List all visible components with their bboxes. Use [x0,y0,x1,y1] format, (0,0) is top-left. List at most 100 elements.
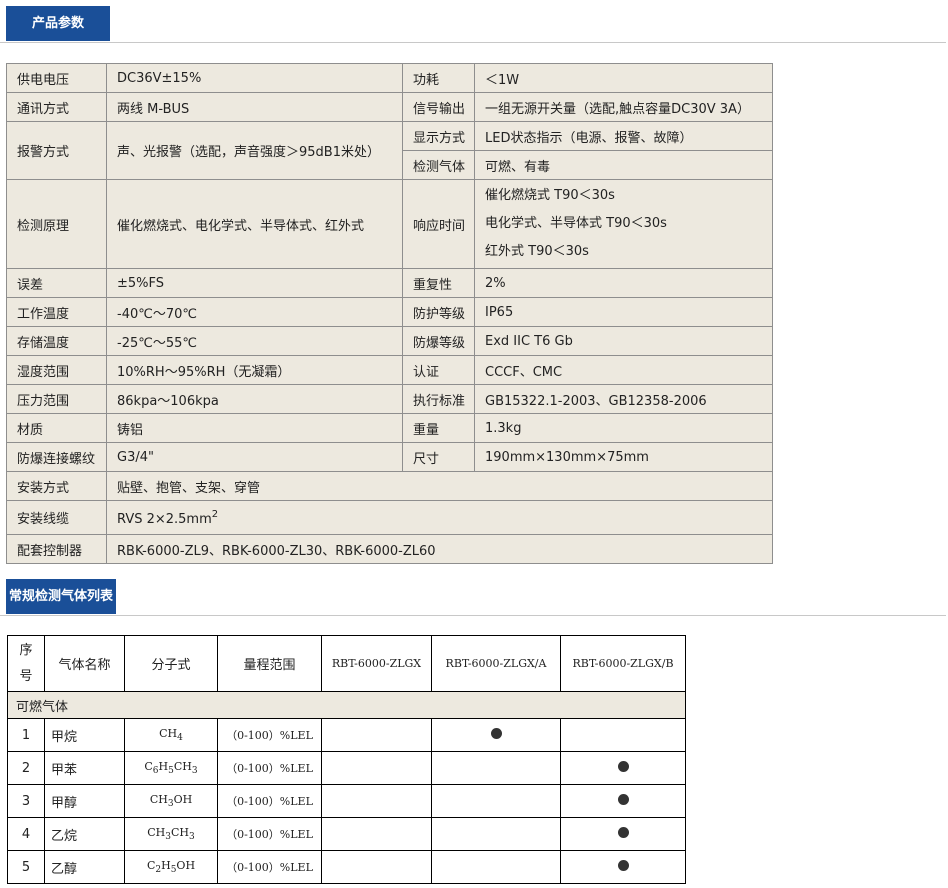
gas-no: 5 [7,850,45,884]
spec-value: RVS 2×2.5mm2 [106,500,773,535]
spec-value: 两线 M-BUS [106,92,403,122]
gas-list-section-header: 常规检测气体列表 [0,573,946,616]
spec-label: 功耗 [402,63,475,93]
spec-value: -40℃～70℃ [106,297,403,327]
spec-value: -25℃～55℃ [106,326,403,356]
gas-model-1-cell [321,850,432,884]
spec-label: 防护等级 [402,297,475,327]
supported-dot-icon [490,727,502,739]
spec-label: 防爆连接螺纹 [6,442,107,472]
spec-row: 防爆连接螺纹 G3/4" 尺寸 190mm×130mm×75mm [6,442,773,472]
spec-label: 防爆等级 [402,326,475,356]
gas-model-1-cell [321,751,432,785]
gas-table: 序 号 气体名称 分子式 量程范围 RBT-6000-ZLGX RBT-6000… [7,635,686,884]
gas-name: 甲醇 [44,784,125,818]
spec-value: CCCF、CMC [474,355,773,385]
gas-row: 1 甲烷 CH4 （0-100）%LEL [7,718,686,752]
spec-label: 工作温度 [6,297,107,327]
gas-model-3-cell [560,784,686,818]
spec-row: 误差 ±5%FS 重复性 2% [6,268,773,298]
spec-label: 重复性 [402,268,475,298]
gas-formula: CH3CH3 [124,817,218,851]
spec-value: 催化燃烧式、电化学式、半导体式、红外式 [106,179,403,269]
gas-no: 1 [7,718,45,752]
category-row: 可燃气体 [7,691,686,719]
spec-label: 材质 [6,413,107,443]
gas-name: 乙醇 [44,850,125,884]
spec-row: 存储温度 -25℃～55℃ 防爆等级 Exd IIC T6 Gb [6,326,773,356]
header-name: 气体名称 [44,635,125,692]
spec-row: 安装方式 贴壁、抱管、支架、穿管 [6,471,773,501]
gas-model-1-cell [321,817,432,851]
spec-table: 供电电压 DC36V±15% 功耗 ＜1W 通讯方式 两线 M-BUS 信号输出… [6,63,773,564]
spec-value: ±5%FS [106,268,403,298]
spec-value: ＜1W [474,63,773,93]
gas-no: 2 [7,751,45,785]
gas-model-1-cell [321,718,432,752]
spec-label: 安装线缆 [6,500,107,535]
gas-name: 甲烷 [44,718,125,752]
spec-value: 86kpa～106kpa [106,384,403,414]
gas-row: 5 乙醇 C2H5OH （0-100）%LEL [7,850,686,884]
spec-value: 贴壁、抱管、支架、穿管 [106,471,773,501]
gas-formula: C2H5OH [124,850,218,884]
spec-label: 重量 [402,413,475,443]
spec-value: IP65 [474,297,773,327]
spec-row: 供电电压 DC36V±15% 功耗 ＜1W [6,63,773,93]
gas-model-3-cell [560,718,686,752]
spec-label: 配套控制器 [6,534,107,564]
header-no-line: 序 [19,642,33,658]
spec-row: 报警方式 声、光报警（选配，声音强度＞95dB1米处） 显示方式 LED状态指示… [6,121,773,180]
header-range: 量程范围 [217,635,322,692]
gas-model-2-cell [431,751,561,785]
spec-value: G3/4" [106,442,403,472]
response-line: 红外式 T90＜30s [485,244,589,259]
cable-superscript: 2 [211,508,219,520]
spec-row: 材质 铸铝 重量 1.3kg [6,413,773,443]
spec-value: 10%RH～95%RH（无凝霜） [106,355,403,385]
spec-value-multiline: 催化燃烧式 T90＜30s 电化学式、半导体式 T90＜30s 红外式 T90＜… [474,179,773,269]
spec-value: DC36V±15% [106,63,403,93]
spec-value: 可燃、有毒 [474,150,773,180]
header-no-line: 号 [19,668,33,684]
spec-label: 显示方式 [402,121,475,151]
spec-label: 压力范围 [6,384,107,414]
header-model-2: RBT-6000-ZLGX/A [431,635,561,692]
gas-range: （0-100）%LEL [217,718,322,752]
gas-model-3-cell [560,817,686,851]
gas-list-section-title: 常规检测气体列表 [6,579,117,614]
spec-row: 配套控制器 RBK-6000-ZL9、RBK-6000-ZL30、RBK-600… [6,534,773,564]
gas-model-1-cell [321,784,432,818]
gas-model-2-cell [431,817,561,851]
spec-value: GB15322.1-2003、GB12358-2006 [474,384,773,414]
gas-name: 甲苯 [44,751,125,785]
spec-label: 存储温度 [6,326,107,356]
gas-range: （0-100）%LEL [217,817,322,851]
header-no: 序 号 [7,635,45,692]
spec-value: 1.3kg [474,413,773,443]
spec-label: 检测原理 [6,179,107,269]
spec-label: 报警方式 [6,121,107,180]
response-line: 电化学式、半导体式 T90＜30s [485,216,667,231]
spec-label: 认证 [402,355,475,385]
gas-formula: CH3OH [124,784,218,818]
spec-row: 检测原理 催化燃烧式、电化学式、半导体式、红外式 响应时间 催化燃烧式 T90＜… [6,179,773,269]
spec-row: 湿度范围 10%RH～95%RH（无凝霜） 认证 CCCF、CMC [6,355,773,385]
spec-row: 安装线缆 RVS 2×2.5mm2 [6,500,773,535]
spec-label: 湿度范围 [6,355,107,385]
spec-label: 执行标准 [402,384,475,414]
params-section-title: 产品参数 [6,6,111,41]
response-line: 催化燃烧式 T90＜30s [485,188,615,203]
supported-dot-icon [617,793,629,805]
supported-dot-icon [617,760,629,772]
spec-label: 通讯方式 [6,92,107,122]
spec-label: 信号输出 [402,92,475,122]
spec-value: 一组无源开关量（选配,触点容量DC30V 3A） [474,92,773,122]
spec-value: 声、光报警（选配，声音强度＞95dB1米处） [106,121,403,180]
spec-label: 响应时间 [402,179,475,269]
gas-table-header: 序 号 气体名称 分子式 量程范围 RBT-6000-ZLGX RBT-6000… [7,635,686,692]
gas-row: 2 甲苯 C6H5CH3 （0-100）%LEL [7,751,686,785]
cable-value: RVS 2×2.5mm [117,511,212,527]
spec-label: 检测气体 [402,150,475,180]
spec-value: 2% [474,268,773,298]
